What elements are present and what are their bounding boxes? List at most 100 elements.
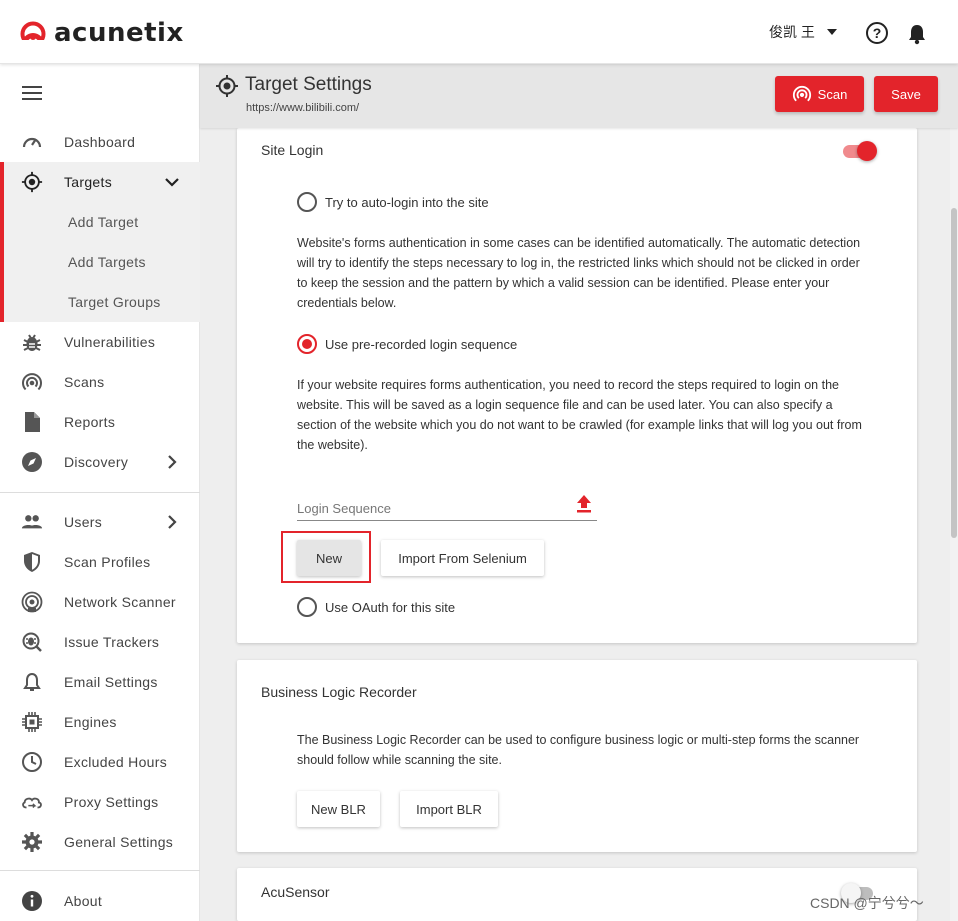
sidebar-item-label: Email Settings <box>64 674 158 690</box>
oauth-label: Use OAuth for this site <box>325 599 456 615</box>
site-login-card: Site Login Try to auto-login into the si… <box>237 128 917 643</box>
radar-icon <box>21 371 43 393</box>
prerecorded-login-description: If your website requires forms authentic… <box>297 378 862 452</box>
sidebar-item-label: General Settings <box>64 834 174 850</box>
main-content: Target Settings https://www.bilibili.com… <box>200 64 958 921</box>
upload-icon[interactable] <box>575 493 593 513</box>
sidebar-item-dashboard[interactable]: Dashboard <box>0 122 200 162</box>
sidebar-item-label: Vulnerabilities <box>64 334 156 350</box>
cloud-sync-icon <box>21 791 43 813</box>
radio-button[interactable] <box>297 597 317 617</box>
auto-login-label: Try to auto-login into the site <box>325 194 489 210</box>
oauth-radio[interactable]: Use OAuth for this site <box>297 597 455 617</box>
sidebar-item-label: Add Targets <box>68 254 146 270</box>
issue-tracker-icon <box>21 631 43 653</box>
sidebar-item-label: Engines <box>64 714 117 730</box>
sidebar-item-label: Users <box>64 514 103 530</box>
new-blr-label: New BLR <box>311 801 366 817</box>
new-blr-button[interactable]: New BLR <box>297 791 380 827</box>
sidebar-item-label: Dashboard <box>64 134 136 150</box>
compass-icon <box>21 451 43 473</box>
sidebar-item-label: Network Scanner <box>64 594 176 610</box>
acunetix-logo[interactable]: acunetix <box>20 18 184 48</box>
sidebar-item-label: Target Groups <box>68 294 161 310</box>
scrollbar[interactable] <box>950 128 958 921</box>
login-sequence-field[interactable]: Login Sequence <box>297 491 597 521</box>
targets-group: Targets Add Target Add Targets Target Gr… <box>0 162 200 322</box>
sidebar-item-scan-profiles[interactable]: Scan Profiles <box>0 542 200 582</box>
sidebar-item-targets[interactable]: Targets <box>0 162 200 202</box>
sidebar-item-label: Scans <box>64 374 105 390</box>
chip-icon <box>21 711 43 733</box>
sidebar-item-engines[interactable]: Engines <box>0 702 200 742</box>
user-menu[interactable]: 俊凯 王 <box>769 22 837 42</box>
sidebar-item-scans[interactable]: Scans <box>0 362 200 402</box>
sidebar-item-email-settings[interactable]: Email Settings <box>0 662 200 702</box>
sidebar-item-about[interactable]: About <box>0 881 200 921</box>
sidebar-item-reports[interactable]: Reports <box>0 402 200 442</box>
prerecorded-login-radio[interactable]: Use pre-recorded login sequence <box>297 334 517 354</box>
sidebar-divider <box>0 492 200 493</box>
sidebar-item-discovery[interactable]: Discovery <box>0 442 200 482</box>
save-button-label: Save <box>891 86 921 102</box>
sidebar-item-add-targets[interactable]: Add Targets <box>0 242 200 282</box>
radar-icon <box>792 85 811 102</box>
crosshair-icon <box>216 75 238 97</box>
scrollbar-thumb[interactable] <box>951 208 957 538</box>
site-login-toggle[interactable] <box>841 140 877 162</box>
document-icon <box>21 411 43 433</box>
scan-button[interactable]: Scan <box>775 76 864 112</box>
chevron-down-icon <box>826 29 837 35</box>
radio-button-selected[interactable] <box>297 334 317 354</box>
chevron-right-icon <box>168 515 177 529</box>
import-from-selenium-button[interactable]: Import From Selenium <box>381 540 544 576</box>
crosshair-icon <box>21 171 43 193</box>
sidebar-item-label: Issue Trackers <box>64 634 160 650</box>
user-name: 俊凯 王 <box>769 24 815 40</box>
sidebar-item-general-settings[interactable]: General Settings <box>0 822 200 862</box>
clock-icon <box>21 751 43 773</box>
bell-icon[interactable] <box>906 23 928 45</box>
sidebar-item-label: Excluded Hours <box>64 754 168 770</box>
sidebar-item-issue-trackers[interactable]: Issue Trackers <box>0 622 200 662</box>
network-scanner-icon <box>21 591 43 613</box>
chevron-down-icon <box>165 178 179 187</box>
blr-description: The Business Logic Recorder can be used … <box>297 733 860 767</box>
login-sequence-placeholder: Login Sequence <box>297 501 391 516</box>
sidebar-item-target-groups[interactable]: Target Groups <box>0 282 200 322</box>
sidebar-divider <box>0 870 200 871</box>
sidebar-item-label: Add Target <box>68 214 139 230</box>
sidebar-item-add-target[interactable]: Add Target <box>0 202 200 242</box>
sidebar-item-vulnerabilities[interactable]: Vulnerabilities <box>0 322 200 362</box>
new-login-sequence-button[interactable]: New <box>297 540 361 576</box>
sidebar-item-users[interactable]: Users <box>0 502 200 542</box>
new-button-label: New <box>315 550 342 566</box>
sidebar-item-label: Reports <box>64 414 116 430</box>
sidebar-item-label: Scan Profiles <box>64 554 151 570</box>
import-blr-label: Import BLR <box>416 801 482 817</box>
prerecorded-login-label: Use pre-recorded login sequence <box>325 336 518 352</box>
scan-button-label: Scan <box>817 86 848 102</box>
sidebar-item-network-scanner[interactable]: Network Scanner <box>0 582 200 622</box>
chevron-right-icon <box>168 455 177 469</box>
page-title: Target Settings <box>245 74 372 95</box>
auto-login-radio[interactable]: Try to auto-login into the site <box>297 192 489 212</box>
hamburger-menu-icon[interactable] <box>22 86 42 100</box>
gear-icon <box>21 831 43 853</box>
sidebar-item-label: Discovery <box>64 454 129 470</box>
speedometer-icon <box>21 131 43 153</box>
help-circle-icon[interactable]: ? <box>866 22 888 44</box>
radio-button[interactable] <box>297 192 317 212</box>
save-button[interactable]: Save <box>874 76 938 112</box>
info-icon <box>21 890 43 912</box>
auto-login-description: Website's forms authentication in some c… <box>297 236 861 310</box>
top-bar: acunetix 俊凯 王 ? <box>0 0 958 64</box>
shield-icon <box>21 551 43 573</box>
import-blr-button[interactable]: Import BLR <box>400 791 498 827</box>
sidebar-item-excluded-hours[interactable]: Excluded Hours <box>0 742 200 782</box>
sidebar-item-proxy-settings[interactable]: Proxy Settings <box>0 782 200 822</box>
brand-name: acunetix <box>54 18 184 48</box>
site-login-title: Site Login <box>261 142 324 158</box>
sidebar: Dashboard Targets Add Target Add Targets… <box>0 64 200 921</box>
target-url: https://www.bilibili.com/ <box>246 102 360 114</box>
